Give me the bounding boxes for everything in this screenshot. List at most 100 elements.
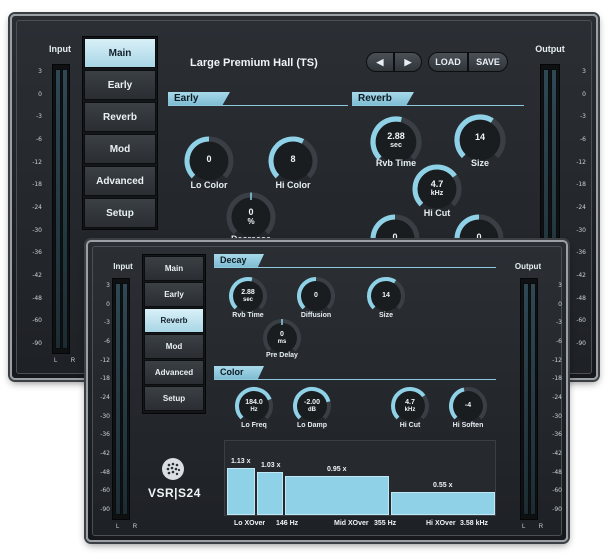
lo-xover-value[interactable]: 146 Hz (276, 520, 298, 527)
preset-name[interactable]: Large Premium Hall (TS) (190, 57, 318, 69)
decrease-unit: % (247, 217, 255, 226)
prev-preset-button[interactable]: ◀ (366, 52, 394, 72)
hi-soften-knob[interactable]: -4 (448, 386, 488, 426)
meter-scale-tick: -60 (100, 487, 110, 495)
front-nav-advanced[interactable]: Advanced (144, 360, 204, 385)
front-output-meter-title: Output (514, 262, 542, 271)
back-hi-cut-value: 4.7 (430, 179, 444, 189)
meter-scale-tick: 0 (582, 90, 586, 98)
front-input-scale: 3 0 -3 -6 -12 -18 -24 -30 -36 -42 -48 -60 -90 (90, 282, 110, 514)
meter-scale-tick: 0 (38, 90, 42, 98)
meter-scale-tick: 3 (38, 68, 42, 75)
meter-scale-tick: -42 (576, 272, 586, 279)
eq-band-3-label: 0.95 x (327, 466, 347, 473)
meter-scale-tick: -30 (552, 412, 562, 420)
meter-scale-tick: -30 (32, 226, 42, 234)
pre-delay-value: 0 (280, 331, 284, 338)
mid-xover-label: Mid XOver (334, 520, 369, 527)
size-knob[interactable]: 14 (366, 276, 406, 316)
load-button[interactable]: LOAD (428, 52, 468, 72)
front-nav-main[interactable]: Main (144, 256, 204, 281)
vsr-sphere-logo-icon (160, 456, 186, 482)
meter-scale-tick: -18 (576, 181, 586, 189)
brand-text: VSR|S24 (148, 486, 201, 500)
eq-band-4-label: 0.55 x (433, 482, 453, 489)
chevron-right-icon: ▶ (404, 56, 412, 67)
back-hi-cut-knob[interactable]: 4.7 kHz (412, 164, 462, 214)
eq-band-2-label: 1.03 x (261, 462, 281, 469)
nav-early[interactable]: Early (84, 70, 156, 100)
color-section-header: Color (214, 366, 496, 380)
input-meter-right (62, 69, 68, 349)
nav-main[interactable]: Main (84, 38, 156, 68)
lo-freq-value: 184.0 (245, 399, 263, 406)
meter-scale-tick: -36 (576, 249, 586, 257)
hi-cut-value: 4.7 (405, 399, 415, 406)
meter-scale-tick: -24 (100, 394, 110, 401)
nav-setup[interactable]: Setup (84, 198, 156, 228)
meter-scale-tick: -12 (32, 158, 42, 166)
meter-scale-tick: -36 (552, 431, 562, 439)
meter-scale-tick: -6 (104, 338, 110, 345)
front-nav-reverb[interactable]: Reverb (144, 308, 204, 333)
hi-cut-label: Hi Cut (399, 422, 421, 429)
meter-scale-tick: -18 (100, 375, 110, 383)
front-output-scale: 3 0 -3 -6 -12 -18 -24 -30 -36 -42 -48 -60 -90 (542, 282, 562, 514)
lo-damp-value: -2.00 (304, 399, 320, 406)
hi-xover-value[interactable]: 3.58 kHz (460, 520, 488, 527)
size-value: 14 (382, 292, 390, 299)
hi-xover-label: Hi XOver (426, 520, 456, 527)
pre-delay-label: Pre Delay (266, 352, 298, 359)
nav-advanced[interactable]: Advanced (84, 166, 156, 196)
meter-scale-tick: -36 (32, 249, 42, 257)
lo-damp-knob[interactable]: -2.00 dB (292, 386, 332, 426)
back-size-label: Size (470, 158, 490, 168)
rvb-time-knob[interactable]: 2.88 sec (228, 276, 268, 316)
eq-band-2[interactable] (257, 472, 283, 515)
hi-cut-knob[interactable]: 4.7 kHz (390, 386, 430, 426)
next-preset-button[interactable]: ▶ (394, 52, 422, 72)
pre-delay-unit: ms (277, 339, 287, 345)
eq-band-4[interactable] (391, 492, 495, 515)
back-input-scale: 3 0 -3 -6 -12 -18 -24 -30 -36 -42 -48 -60 -90 (20, 68, 42, 348)
diffusion-knob[interactable]: 0 (296, 276, 336, 316)
save-button[interactable]: SAVE (468, 52, 508, 72)
meter-scale-tick: -18 (32, 181, 42, 189)
mid-xover-value[interactable]: 355 Hz (374, 520, 396, 527)
lo-freq-knob[interactable]: 184.0 Hz (234, 386, 274, 426)
front-input-meter (112, 278, 130, 520)
eq-band-3[interactable] (285, 476, 389, 515)
meter-scale-tick: 0 (558, 300, 562, 308)
nav-mod[interactable]: Mod (84, 134, 156, 164)
nav-reverb[interactable]: Reverb (84, 102, 156, 132)
front-nav-early[interactable]: Early (144, 282, 204, 307)
meter-scale-tick: -48 (100, 468, 110, 476)
lo-damp-label: Lo Damp (297, 422, 327, 429)
meter-scale-tick: -42 (552, 450, 562, 457)
meter-scale-tick: 0 (106, 300, 110, 308)
meter-scale-tick: -90 (32, 340, 42, 347)
meter-scale-tick: -3 (36, 113, 42, 121)
hi-color-knob[interactable]: 8 (268, 136, 318, 186)
meter-scale-tick: 3 (582, 68, 586, 75)
front-nav-mod[interactable]: Mod (144, 334, 204, 359)
meter-scale-tick: -90 (100, 506, 110, 513)
meter-scale-tick: -90 (576, 340, 586, 347)
rvb-time-unit: sec (242, 297, 253, 303)
front-nav-setup[interactable]: Setup (144, 386, 204, 411)
lo-freq-label: Lo Freq (241, 422, 267, 429)
rvb-time-label: Rvb Time (232, 312, 264, 319)
lo-color-knob[interactable]: 0 (184, 136, 234, 186)
meter-scale-tick: -60 (576, 317, 586, 325)
lo-color-value: 0 (206, 154, 212, 164)
meter-scale-tick: -3 (556, 319, 562, 327)
lo-xover-label: Lo XOver (234, 520, 266, 527)
crossover-display[interactable]: 1.13 x 1.03 x 0.95 x 0.55 x (224, 440, 496, 516)
meter-scale-tick: -24 (32, 204, 42, 211)
meter-scale-tick: -24 (552, 394, 562, 401)
decay-section-header: Decay (214, 254, 496, 268)
eq-band-1[interactable] (227, 468, 255, 515)
meter-scale-tick: -6 (580, 136, 586, 143)
lo-freq-unit: Hz (250, 407, 258, 413)
reverb-section-header: Reverb (352, 92, 524, 106)
